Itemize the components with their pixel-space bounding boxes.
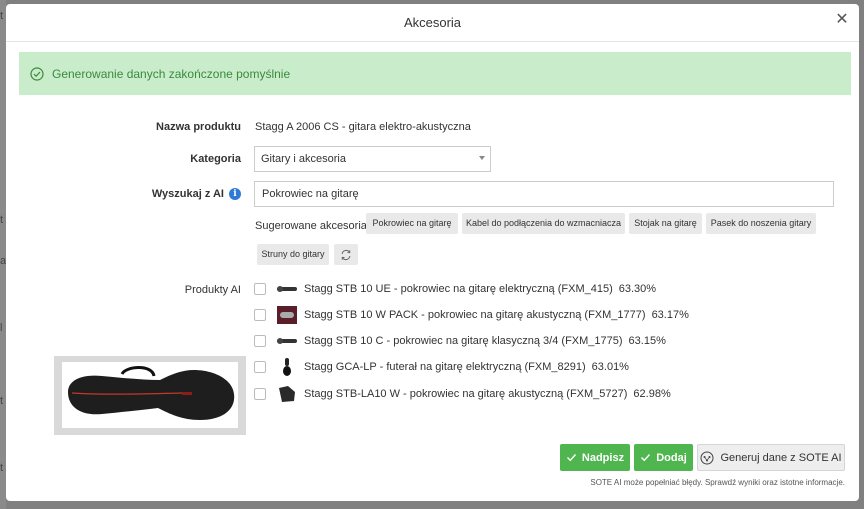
product-thumbnail	[276, 331, 298, 351]
category-label: Kategoria	[190, 153, 241, 165]
ai-products-label: Produkty AI	[184, 284, 241, 296]
product-name: Stagg GCA-LP - futerał na gitarę elektry…	[304, 361, 586, 373]
close-icon[interactable]: ✕	[833, 11, 851, 29]
generate-ai-button[interactable]: Generuj dane z SOTE AI	[697, 444, 845, 471]
info-icon[interactable]: i	[229, 188, 241, 200]
ai-brain-icon	[700, 451, 714, 464]
product-thumbnail	[276, 279, 298, 299]
suggestion-chip[interactable]: Pasek do noszenia gitary	[706, 213, 816, 234]
list-item: Stagg STB 10 UE - pokrowiec na gitarę el…	[254, 279, 656, 299]
background-text-fragment: t	[0, 10, 4, 22]
product-score: 63.30%	[618, 283, 657, 295]
suggestion-chip[interactable]: Pokrowiec na gitarę	[366, 213, 458, 234]
product-score: 63.17%	[651, 309, 689, 321]
category-select[interactable]: Gitary i akcesoria	[254, 146, 491, 172]
product-score: 63.15%	[628, 335, 666, 347]
product-name: Stagg STB 10 W PACK - pokrowiec na gitar…	[304, 309, 646, 321]
add-button[interactable]: Dodaj	[634, 444, 693, 471]
guitar-bag-image	[62, 362, 238, 428]
success-message: Generowanie danych zakończone pomyślnie	[52, 66, 291, 81]
background-text-fragment: t	[0, 214, 4, 226]
generate-ai-button-label: Generuj dane z SOTE AI	[720, 451, 842, 464]
check-circle-icon	[30, 66, 44, 81]
product-checkbox[interactable]	[254, 335, 266, 347]
ai-disclaimer: SOTE AI może popełniać błędy. Sprawdź wy…	[590, 478, 845, 487]
product-thumbnail	[276, 305, 298, 325]
header-divider	[6, 41, 859, 42]
background-text-fragment: t	[0, 395, 4, 407]
product-name-value: Stagg A 2006 CS - gitara elektro-akustyc…	[255, 121, 471, 133]
product-name: Stagg STB-LA10 W - pokrowiec na gitarę a…	[304, 388, 628, 400]
product-thumbnail	[276, 384, 298, 404]
ai-search-input[interactable]	[254, 181, 834, 207]
background-text-fragment: t	[0, 462, 4, 474]
check-icon	[566, 454, 576, 462]
list-item: Stagg GCA-LP - futerał na gitarę elektry…	[254, 357, 629, 377]
product-thumbnail	[276, 357, 298, 377]
success-alert: Generowanie danych zakończone pomyślnie	[19, 52, 851, 95]
product-checkbox[interactable]	[254, 388, 266, 400]
product-image-preview	[54, 356, 246, 435]
product-score: 63.01%	[591, 361, 629, 373]
product-checkbox[interactable]	[254, 309, 266, 321]
suggestion-chip[interactable]: Struny do gitary	[257, 244, 329, 265]
product-score: 62.98%	[633, 388, 671, 400]
category-selected-value: Gitary i akcesoria	[261, 153, 346, 165]
accessories-modal: Akcesoria ✕ Generowanie danych zakończon…	[6, 4, 859, 501]
overwrite-button[interactable]: Nadpisz	[560, 444, 630, 471]
suggested-accessories-label: Sugerowane akcesoria:	[255, 220, 370, 232]
add-button-label: Dodaj	[656, 451, 687, 464]
refresh-icon	[341, 249, 351, 260]
check-icon	[641, 454, 651, 462]
overwrite-button-label: Nadpisz	[581, 451, 625, 464]
background-text-fragment: l	[0, 322, 3, 334]
refresh-suggestions-button[interactable]	[334, 244, 358, 265]
modal-title: Akcesoria	[403, 15, 462, 30]
ai-search-label: Wyszukaj z AI	[151, 188, 224, 200]
product-name: Stagg STB 10 UE - pokrowiec na gitarę el…	[304, 283, 613, 295]
suggestion-chip[interactable]: Kabel do podłączenia do wzmacniacza	[462, 213, 625, 234]
product-checkbox[interactable]	[254, 361, 266, 373]
chevron-down-icon	[479, 156, 485, 160]
list-item: Stagg STB 10 W PACK - pokrowiec na gitar…	[254, 305, 689, 325]
product-checkbox[interactable]	[254, 283, 266, 295]
product-name: Stagg STB 10 C - pokrowiec na gitarę kla…	[304, 335, 623, 347]
suggestion-chip[interactable]: Stojak na gitarę	[629, 213, 702, 234]
list-item: Stagg STB-LA10 W - pokrowiec na gitarę a…	[254, 384, 671, 404]
list-item: Stagg STB 10 C - pokrowiec na gitarę kla…	[254, 331, 666, 351]
product-name-label: Nazwa produktu	[156, 121, 241, 133]
